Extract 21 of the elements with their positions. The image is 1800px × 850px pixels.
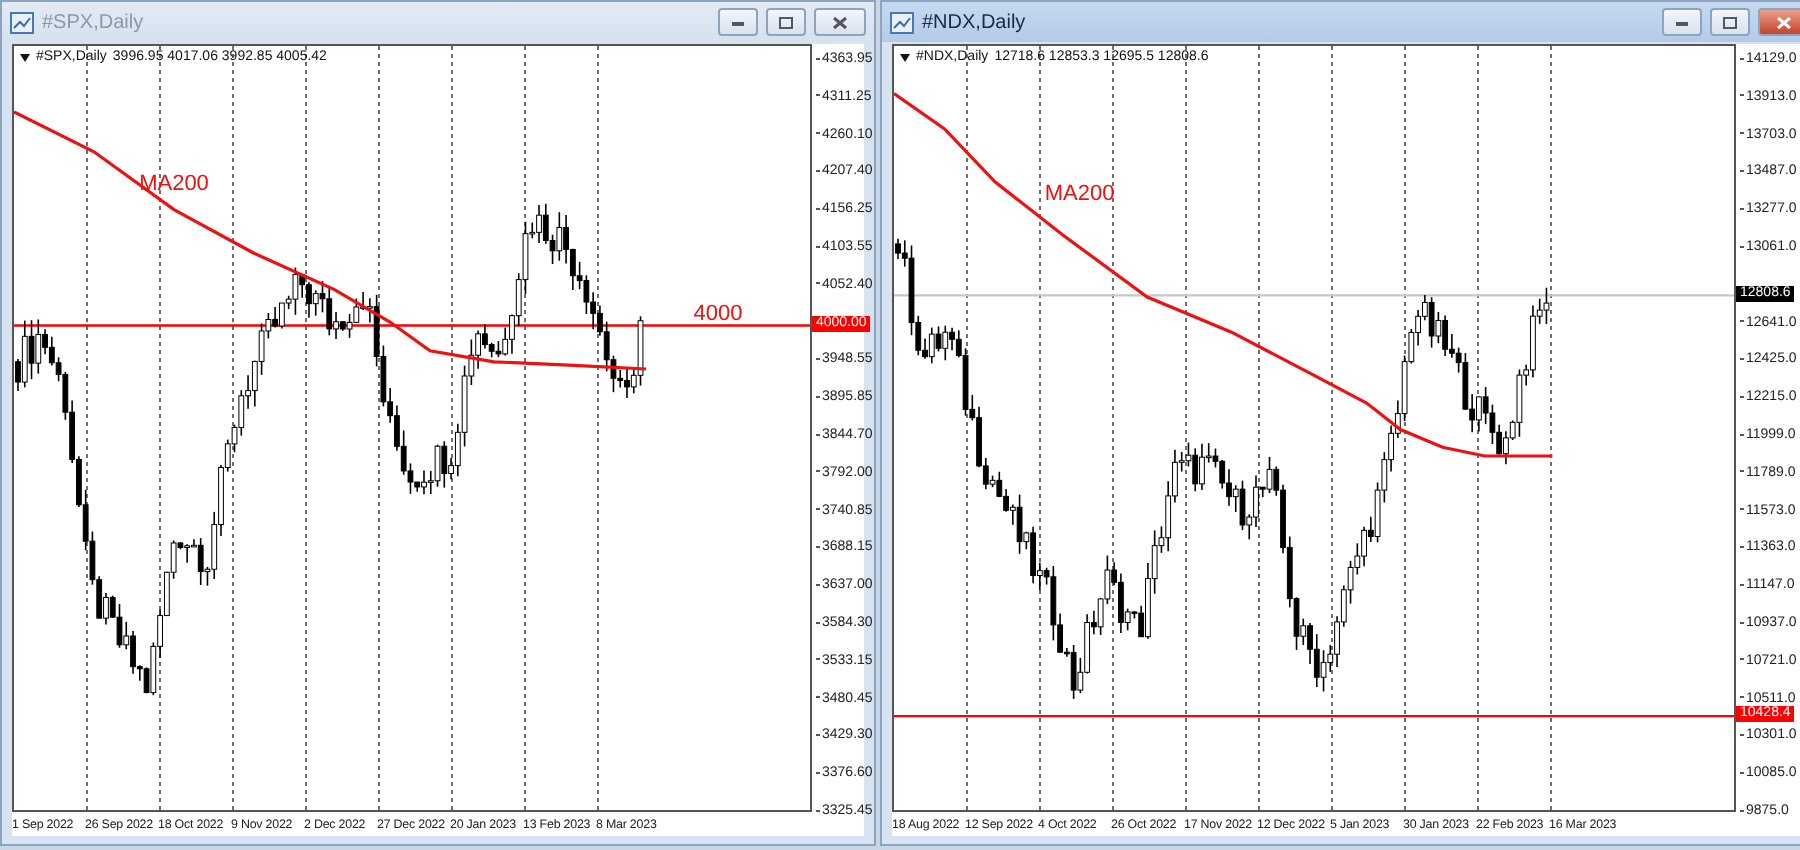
window-title: #SPX,Daily — [42, 11, 146, 33]
chart-annotation: MA200 — [139, 172, 209, 197]
minimize-icon — [1674, 16, 1690, 28]
close-button[interactable] — [814, 8, 866, 36]
minimize-button[interactable] — [718, 8, 758, 36]
close-button[interactable] — [1758, 8, 1800, 36]
restore-icon — [778, 15, 794, 29]
chart-annotation: 4000 — [693, 302, 743, 327]
chart-window-icon — [10, 11, 34, 33]
close-icon — [832, 15, 848, 29]
collapse-triangle-icon[interactable] — [20, 53, 30, 61]
minimize-icon — [730, 16, 746, 28]
chart-window-icon — [890, 11, 914, 33]
restore-button[interactable] — [766, 8, 806, 36]
restore-icon — [1722, 15, 1738, 29]
restore-button[interactable] — [1710, 8, 1750, 36]
window-title: #NDX,Daily — [922, 11, 1028, 33]
collapse-triangle-icon[interactable] — [900, 53, 910, 61]
minimize-button[interactable] — [1662, 8, 1702, 36]
chart-annotation: MA200 — [1044, 182, 1115, 207]
close-icon — [1776, 15, 1792, 29]
